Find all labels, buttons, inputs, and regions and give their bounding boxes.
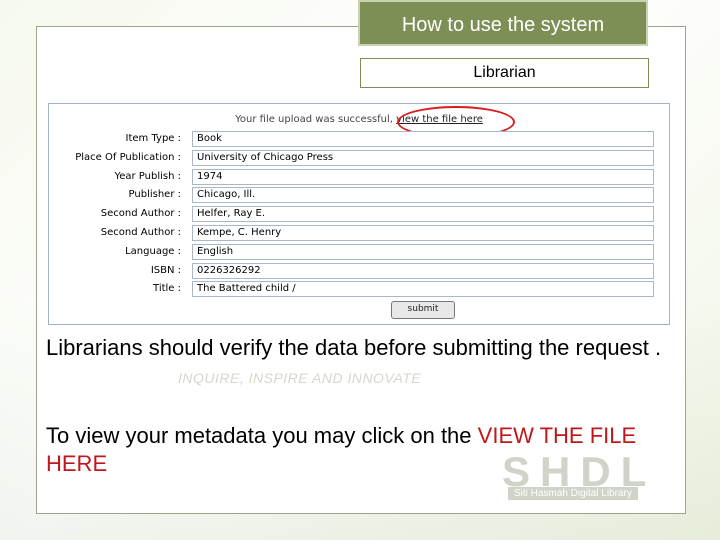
form-row: Place Of Publication : University of Chic… <box>49 149 669 167</box>
instruction-view-text: To view your metadata you may click on t… <box>46 423 478 448</box>
background-logo-caption: Siti Hasmah Digital Library <box>508 487 638 500</box>
upload-form-screenshot: Your file upload was successful, view th… <box>48 103 670 325</box>
field-input[interactable]: Helfer, Ray E. <box>192 206 654 223</box>
field-input[interactable]: University of Chicago Press <box>192 149 654 166</box>
field-label: Place Of Publication : <box>75 151 181 163</box>
form-row: Second Author : Kempe, C. Henry <box>49 225 669 242</box>
upload-success-message: Your file upload was successful, view th… <box>49 114 669 125</box>
form-row: Language : English <box>49 243 669 261</box>
slide-title: How to use the system <box>358 0 648 46</box>
field-label: Second Author : <box>100 208 181 220</box>
form-row: Publisher : Chicago, Ill. <box>49 187 669 204</box>
field-label: Item Type : <box>125 133 181 144</box>
instruction-verify: Librarians should verify the data before… <box>46 335 662 360</box>
field-label: Language : <box>125 245 181 257</box>
form-row: Title : The Battered child / <box>49 281 669 298</box>
upload-success-text: Your file upload was successful, <box>235 114 393 125</box>
field-label: Year Publish : <box>114 170 181 182</box>
form-row: Year Publish : 1974 <box>49 168 669 186</box>
field-input[interactable]: 1974 <box>192 168 654 185</box>
field-input[interactable]: Kempe, C. Henry <box>192 225 654 241</box>
field-label: Title : <box>153 283 181 295</box>
field-input[interactable]: 0226326292 <box>192 262 654 279</box>
slide-subtitle: Librarian <box>360 58 649 88</box>
field-input[interactable]: English <box>192 243 654 260</box>
field-label: Second Author : <box>100 227 181 238</box>
field-input[interactable]: Book <box>192 131 654 147</box>
instruction-view: To view your metadata you may click on t… <box>46 422 672 478</box>
form-row: ISBN : 0226326292 <box>49 262 669 280</box>
field-input[interactable]: Chicago, Ill. <box>192 187 654 204</box>
form-row: Item Type : Book <box>49 131 669 148</box>
field-input[interactable]: The Battered child / <box>192 281 654 298</box>
submit-button[interactable]: submit <box>391 301 455 319</box>
form-row: Second Author : Helfer, Ray E. <box>49 206 669 223</box>
field-label: Publisher : <box>128 189 181 201</box>
field-label: ISBN : <box>150 264 181 276</box>
background-tagline: INQUIRE, INSPIRE AND INNOVATE <box>178 370 422 386</box>
